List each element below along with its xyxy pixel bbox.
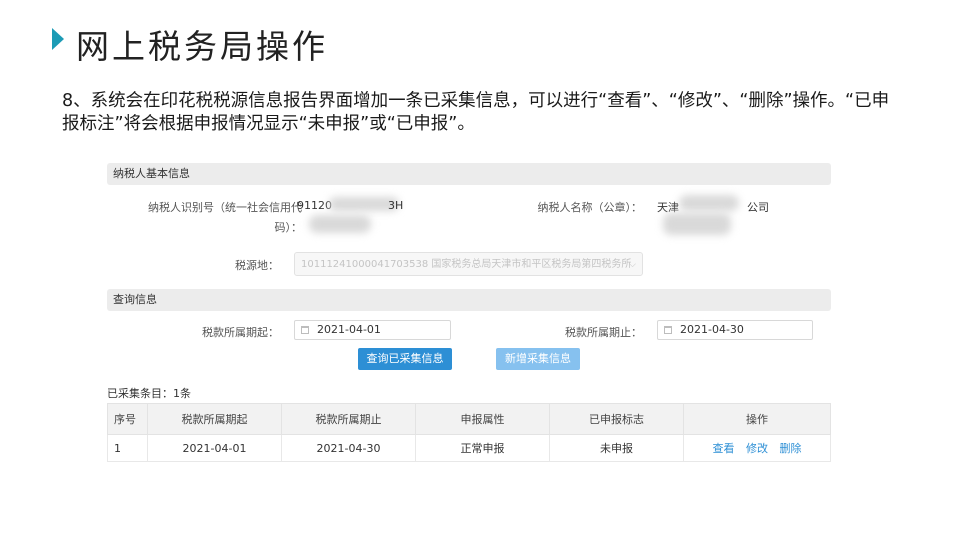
taxpayer-id-label-cont: 码）： — [274, 221, 303, 234]
slide-description: 8、系统会在印花税税源信息报告界面增加一条已采集信息，可以进行“查看”、“修改”… — [62, 91, 890, 134]
taxpayer-name-label: 纳税人名称（公章）： — [537, 201, 643, 214]
column-header: 税款所属期起 — [147, 403, 282, 435]
row-period-end: 2021-04-30 — [281, 434, 416, 462]
query-collected-button[interactable]: 查询已采集信息 — [358, 348, 452, 370]
tax-source-form: 纳税人基本信息 纳税人识别号（统一社会信用代 码）： 91120 3H 纳税人名… — [107, 163, 831, 462]
taxpayer-id-label: 纳税人识别号（统一社会信用代 — [148, 201, 302, 214]
redacted-id-mask-2 — [309, 215, 371, 233]
query-date-row: 税款所属期起： 2021-04-01 税款所属期止： 2021-04-30 — [107, 311, 831, 341]
row-period-start: 2021-04-01 — [147, 434, 282, 462]
records-count: 已采集条目：1条 — [107, 387, 191, 400]
records-table: 序号 税款所属期起 税款所属期止 申报属性 已申报标志 操作 1 2021-04… — [107, 403, 831, 462]
edit-link[interactable]: 修改 — [746, 442, 768, 455]
redacted-name-mask — [679, 195, 739, 211]
table-row: 1 2021-04-01 2021-04-30 正常申报 未申报 查看 修改 删… — [107, 434, 831, 462]
taxpayer-name-suffix: 公司 — [747, 201, 769, 214]
tax-source-select[interactable]: 10111241000041703538 国家税务总局天津市和平区税务局第四税务… — [294, 252, 643, 276]
query-section-title: 查询信息 — [107, 289, 831, 311]
column-header: 操作 — [683, 403, 831, 435]
period-start-value: 2021-04-01 — [317, 323, 381, 336]
period-end-value: 2021-04-30 — [680, 323, 744, 336]
slide-title: 网上税务局操作 — [76, 27, 328, 66]
column-header: 序号 — [107, 403, 148, 435]
calendar-icon — [664, 326, 672, 334]
tax-source-row: 税源地： 10111241000041703538 国家税务总局天津市和平区税务… — [107, 252, 831, 289]
column-header: 税款所属期止 — [281, 403, 416, 435]
column-header: 申报属性 — [415, 403, 550, 435]
period-start-label: 税款所属期起： — [202, 326, 279, 339]
row-status-badge: 未申报 — [549, 434, 684, 462]
taxpayer-id-value-suffix: 3H — [388, 199, 404, 212]
calendar-icon — [301, 326, 309, 334]
delete-link[interactable]: 删除 — [780, 442, 802, 455]
records-count-row: 已采集条目：1条 — [107, 381, 831, 401]
table-header-row: 序号 税款所属期起 税款所属期止 申报属性 已申报标志 操作 — [107, 403, 831, 435]
row-attribute: 正常申报 — [415, 434, 550, 462]
basic-info-section-title: 纳税人基本信息 — [107, 163, 831, 185]
tax-source-value: 10111241000041703538 国家税务总局天津市和平区税务局第四税务… — [301, 259, 632, 270]
view-link[interactable]: 查看 — [713, 442, 735, 455]
period-start-input[interactable]: 2021-04-01 — [294, 320, 451, 340]
period-end-input[interactable]: 2021-04-30 — [657, 320, 813, 340]
row-actions: 查看 修改 删除 — [683, 434, 831, 462]
title-arrow-icon — [52, 28, 64, 50]
tax-source-label: 税源地： — [235, 259, 279, 272]
column-header: 已申报标志 — [549, 403, 684, 435]
redacted-name-mask-2 — [663, 213, 731, 235]
taxpayer-id-value-prefix: 91120 — [297, 199, 332, 212]
period-end-label: 税款所属期止： — [565, 326, 642, 339]
query-button-row: 查询已采集信息 新增采集信息 — [107, 341, 831, 381]
records-table-row: 序号 税款所属期起 税款所属期止 申报属性 已申报标志 操作 1 2021-04… — [107, 401, 831, 462]
chevron-down-icon: ⌵ — [629, 260, 636, 270]
row-index: 1 — [107, 434, 148, 462]
add-collection-button[interactable]: 新增采集信息 — [496, 348, 580, 370]
basic-info-row: 纳税人识别号（统一社会信用代 码）： 91120 3H 纳税人名称（公章）： 天… — [107, 185, 831, 255]
